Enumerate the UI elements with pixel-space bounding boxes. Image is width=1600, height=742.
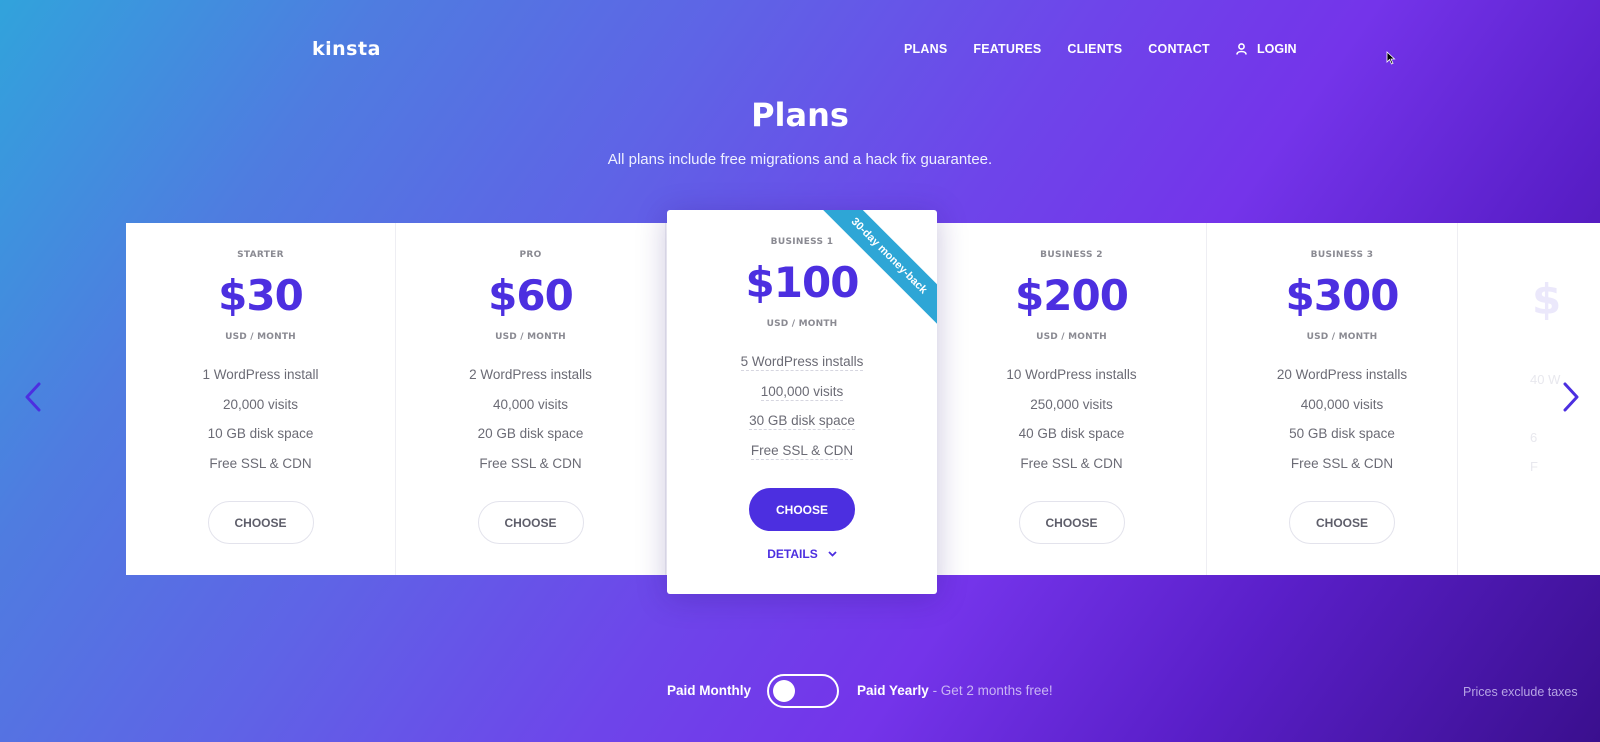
paid-monthly-label[interactable]: Paid Monthly <box>667 683 751 698</box>
plan-name: PRO <box>519 250 542 260</box>
feature-visits: 400,000 visits <box>1300 396 1384 412</box>
plan-price: $300 <box>1285 271 1400 320</box>
details-toggle[interactable]: DETAILS <box>667 547 937 561</box>
plan-features: 10 WordPress installs 250,000 visits 40 … <box>937 365 1206 483</box>
feature-ssl-cdn: F <box>1530 459 1538 474</box>
nav-clients[interactable]: CLIENTS <box>1067 42 1122 56</box>
mouse-cursor-icon <box>1386 51 1396 65</box>
user-icon <box>1236 43 1247 55</box>
choose-button[interactable]: CHOOSE <box>207 501 314 544</box>
chevron-down-icon <box>828 551 837 557</box>
choose-button[interactable]: CHOOSE <box>1289 501 1395 544</box>
paid-yearly-label[interactable]: Paid Yearly - Get 2 months free! <box>857 683 1053 698</box>
feature-installs[interactable]: 5 WordPress installs <box>667 352 937 382</box>
plan-period: USD / MONTH <box>495 332 566 342</box>
plan-price: $60 <box>488 271 574 320</box>
plan-period: USD / MONTH <box>766 319 838 329</box>
choose-button[interactable]: CHOOSE <box>749 488 855 531</box>
feature-ssl-cdn: Free SSL & CDN <box>1290 455 1394 471</box>
feature-installs: 2 WordPress installs <box>469 367 592 382</box>
nav-features[interactable]: FEATURES <box>973 42 1041 56</box>
plan-card-business-3: BUSINESS 3 $300 USD / MONTH 20 WordPress… <box>1207 223 1477 575</box>
plan-name: BUSINESS 2 <box>1040 250 1103 260</box>
plan-price: $ <box>1532 275 1562 324</box>
plan-price: $200 <box>1015 271 1129 320</box>
plan-features: 2 WordPress installs 40,000 visits 20 GB… <box>396 365 665 483</box>
billing-toggle-row: Paid Monthly Paid Yearly - Get 2 months … <box>0 674 1600 708</box>
toggle-knob <box>773 680 795 702</box>
feature-disk: 6 <box>1530 430 1538 445</box>
feature-disk: 50 GB disk space <box>1289 426 1395 441</box>
feature-installs: 1 WordPress install <box>202 367 319 382</box>
login-link[interactable]: LOGIN <box>1236 42 1297 56</box>
feature-visits[interactable]: 100,000 visits <box>667 382 937 412</box>
plan-card-starter: STARTER $30 USD / MONTH 1 WordPress inst… <box>126 223 396 575</box>
feature-disk: 40 GB disk space <box>1018 426 1125 441</box>
plan-name: STARTER <box>237 250 284 260</box>
kinsta-logo[interactable]: kinsta <box>312 38 381 60</box>
feature-ssl-cdn: Free SSL & CDN <box>1020 455 1123 471</box>
feature-ssl-cdn[interactable]: Free SSL & CDN <box>667 441 937 471</box>
nav-plans[interactable]: PLANS <box>904 42 947 56</box>
choose-button[interactable]: CHOOSE <box>477 501 584 544</box>
plan-period: USD / MONTH <box>1036 332 1107 342</box>
feature-installs: 20 WordPress installs <box>1276 367 1408 382</box>
feature-visits: 20,000 visits <box>222 396 299 412</box>
yearly-promo: - Get 2 months free! <box>928 683 1053 698</box>
feature-disk: 20 GB disk space <box>477 426 584 441</box>
page-title: Plans <box>751 96 849 134</box>
page-subtitle: All plans include free migrations and a … <box>607 151 993 168</box>
feature-ssl-cdn: Free SSL & CDN <box>209 455 312 471</box>
feature-disk[interactable]: 30 GB disk space <box>667 411 937 441</box>
plan-card-pro: PRO $60 USD / MONTH 2 WordPress installs… <box>396 223 666 575</box>
chevron-left-icon[interactable] <box>24 382 42 412</box>
feature-visits: 250,000 visits <box>1030 396 1113 412</box>
plan-features: 20 WordPress installs 400,000 visits 50 … <box>1207 365 1477 483</box>
plan-period: USD / MONTH <box>225 332 296 342</box>
chevron-right-icon[interactable] <box>1562 382 1580 412</box>
feature-ssl-cdn: Free SSL & CDN <box>479 455 582 471</box>
plan-features: 1 WordPress install 20,000 visits 10 GB … <box>126 365 395 483</box>
plan-card-business-1: 30-day money-back BUSINESS 1 $100 USD / … <box>667 210 937 594</box>
nav-contact[interactable]: CONTACT <box>1148 42 1210 56</box>
details-label: DETAILS <box>767 547 818 561</box>
choose-button[interactable]: CHOOSE <box>1018 501 1125 544</box>
feature-installs: 40 W <box>1530 372 1561 387</box>
plan-card-business-2: BUSINESS 2 $200 USD / MONTH 10 WordPress… <box>937 223 1207 575</box>
feature-installs: 10 WordPress installs <box>1006 367 1137 382</box>
plan-features: 5 WordPress installs 100,000 visits 30 G… <box>667 352 937 470</box>
feature-visits: 40,000 visits <box>492 396 569 412</box>
billing-period-toggle[interactable] <box>767 674 839 708</box>
plan-period: USD / MONTH <box>1306 332 1378 342</box>
login-label: LOGIN <box>1257 42 1297 56</box>
plan-name: BUSINESS 3 <box>1310 250 1374 260</box>
main-nav: PLANS FEATURES CLIENTS CONTACT <box>904 42 1236 56</box>
prices-exclude-taxes-note: Prices exclude taxes <box>1463 685 1578 699</box>
plan-price: $30 <box>218 271 304 320</box>
feature-disk: 10 GB disk space <box>207 426 314 441</box>
